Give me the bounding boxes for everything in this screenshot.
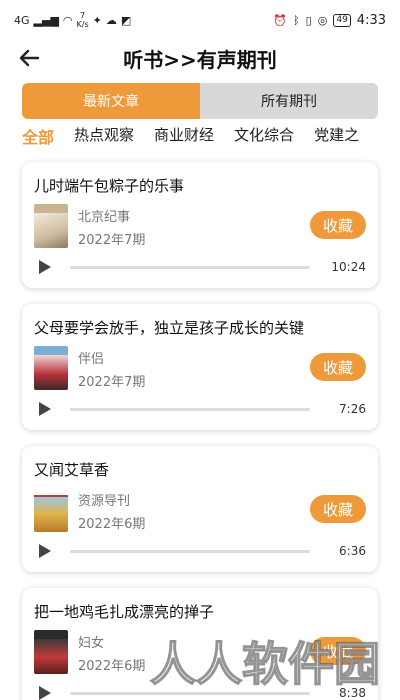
clock: 4:33	[356, 12, 386, 28]
network-type: 4G	[14, 13, 30, 27]
magazine-name: 伴侣	[78, 352, 105, 367]
category-tab-party[interactable]: 党建之	[314, 124, 359, 148]
magazine-cover	[34, 630, 68, 674]
audio-duration: 6:36	[339, 544, 366, 558]
magazine-issue: 2022年6期	[78, 659, 146, 674]
magazine-issue: 2022年7期	[78, 233, 146, 248]
network-speed: 7 K/s	[76, 11, 89, 29]
vibrate-icon: ▯	[305, 13, 312, 27]
article-card[interactable]: 儿时端午包粽子的乐事 北京纪事 2022年7期 收藏 10:24	[22, 162, 378, 288]
category-tabs: 全部 热点观察 商业财经 文化综合 党建之	[22, 124, 400, 148]
send-icon: ◩	[120, 13, 132, 27]
article-title: 把一地鸡毛扎成漂亮的掸子	[34, 603, 215, 621]
article-card[interactable]: 又闻艾草香 资源导刊 2022年6期 收藏 6:36	[22, 446, 378, 572]
signal-icon: ▂▄▆	[33, 13, 59, 27]
magazine-name: 资源导刊	[78, 494, 131, 509]
tab-latest-articles[interactable]: 最新文章	[22, 83, 200, 119]
category-tab-culture[interactable]: 文化综合	[234, 124, 294, 148]
audio-progress-bar[interactable]	[70, 266, 310, 269]
magazine-cover	[34, 204, 68, 248]
magazine-name: 妇女	[78, 636, 105, 651]
article-title: 儿时端午包粽子的乐事	[34, 177, 185, 195]
play-icon[interactable]	[38, 543, 52, 559]
alarm-icon: ⏰	[273, 13, 288, 27]
magazine-issue: 2022年7期	[78, 375, 146, 390]
svg-text:人人软件园: 人人软件园	[150, 637, 380, 691]
audio-progress-bar[interactable]	[70, 408, 310, 411]
category-tab-all[interactable]: 全部	[22, 124, 54, 148]
audio-duration: 7:26	[339, 402, 366, 416]
article-title: 又闻艾草香	[34, 461, 110, 479]
play-icon[interactable]	[38, 685, 52, 700]
magazine-issue: 2022年6期	[78, 517, 146, 532]
magazine-cover	[34, 488, 68, 532]
segmented-tabs: 最新文章 所有期刊	[22, 83, 378, 119]
tab-all-periodicals[interactable]: 所有期刊	[200, 83, 378, 119]
magazine-name: 北京纪事	[78, 210, 131, 225]
play-icon[interactable]	[38, 259, 52, 275]
article-card[interactable]: 父母要学会放手，独立是孩子成长的关键 伴侣 2022年7期 收藏 7:26	[22, 304, 378, 430]
page-title: 听书>>有声期刊	[123, 48, 277, 72]
header: 听书>>有声期刊	[0, 40, 400, 76]
audio-duration: 10:24	[331, 260, 366, 274]
magazine-cover	[34, 346, 68, 390]
favorite-button[interactable]: 收藏	[310, 495, 366, 523]
wifi-icon: ◠	[62, 13, 73, 27]
category-tab-business[interactable]: 商业财经	[154, 124, 214, 148]
category-tab-hotspot[interactable]: 热点观察	[74, 124, 134, 148]
cloud-icon: ☁	[105, 13, 117, 27]
status-bar: 4G ▂▄▆ ◠ 7 K/s ✦ ☁ ◩ ⏰ ᛒ ▯ ◎ 49 4:33	[0, 0, 400, 40]
favorite-button[interactable]: 收藏	[310, 211, 366, 239]
audio-progress-bar[interactable]	[70, 550, 310, 553]
play-icon[interactable]	[38, 401, 52, 417]
location-icon: ◎	[317, 13, 328, 27]
watermark-logo: 人人软件园	[149, 636, 381, 692]
app-notification-icon: ✦	[92, 13, 102, 27]
battery-icon: 49	[333, 13, 351, 27]
bluetooth-icon: ᛒ	[293, 13, 300, 27]
audio-progress-bar[interactable]	[70, 692, 310, 695]
article-title: 父母要学会放手，独立是孩子成长的关键	[34, 319, 305, 337]
favorite-button[interactable]: 收藏	[310, 353, 366, 381]
